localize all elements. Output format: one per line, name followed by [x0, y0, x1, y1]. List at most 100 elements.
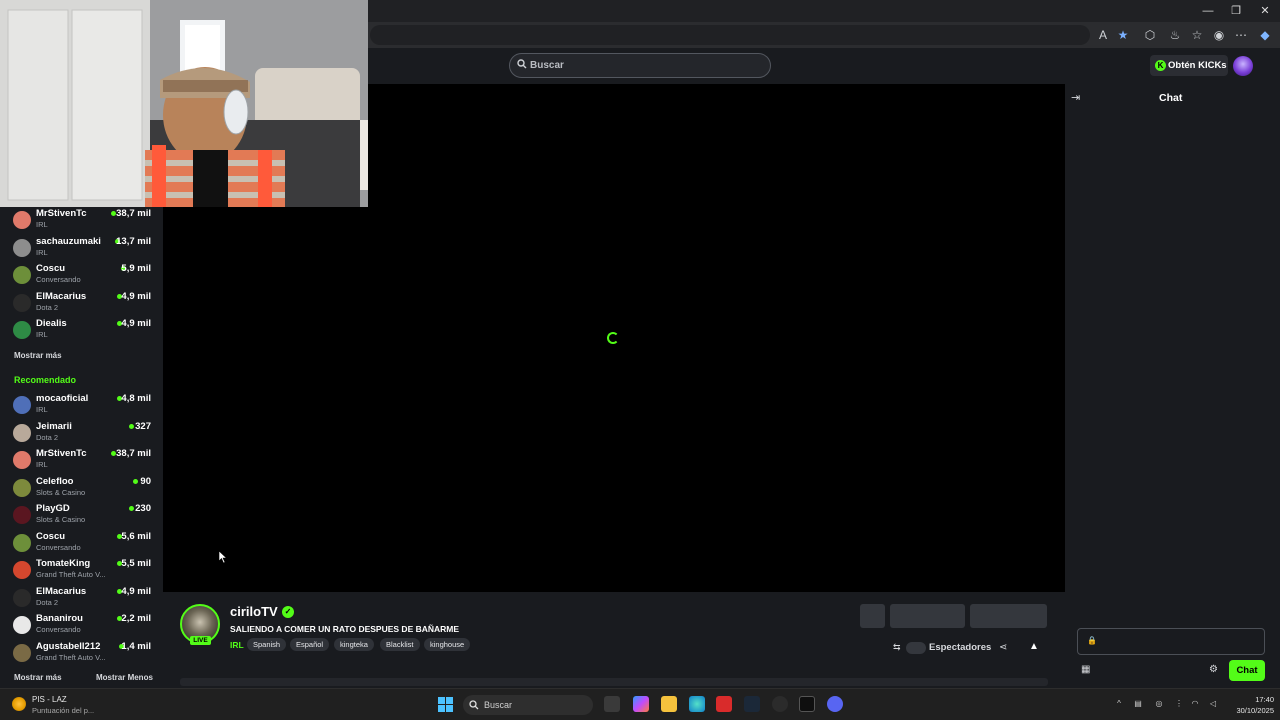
- send-chat-button[interactable]: Chat: [1229, 660, 1265, 681]
- tag[interactable]: kingteka: [334, 638, 374, 651]
- task-view-icon[interactable]: [604, 696, 620, 712]
- edge-browser-icon[interactable]: [689, 696, 705, 712]
- channel-name: Diealis: [36, 318, 67, 329]
- copilot-app-icon[interactable]: [633, 696, 649, 712]
- channel-name: MrStivenTc: [36, 448, 87, 459]
- avatar: [13, 266, 31, 284]
- channel-name: Jeimarii: [36, 421, 72, 432]
- avatar: [13, 239, 31, 257]
- clock-time[interactable]: 17:40: [1240, 695, 1274, 704]
- favorites-icon[interactable]: ☆: [1188, 26, 1206, 44]
- chat-input[interactable]: [1077, 628, 1265, 655]
- sidebar-item-jeimarii[interactable]: Jeimarii Dota 2 327: [0, 421, 163, 448]
- sidebar-item-playgd[interactable]: PlayGD Slots & Casino 230: [0, 503, 163, 530]
- show-less-link[interactable]: Mostrar Menos: [96, 673, 153, 682]
- viewer-count: 1,4 mil: [121, 641, 151, 652]
- stream-category[interactable]: IRL: [230, 640, 244, 650]
- viewer-count: 90: [140, 476, 151, 487]
- sync-tray-icon[interactable]: ◎: [1154, 699, 1164, 709]
- sidebar-item-celefloo[interactable]: Celefloo Slots & Casino 90: [0, 476, 163, 503]
- tag[interactable]: Español: [290, 638, 330, 651]
- channel-category: Grand Theft Auto V...: [36, 653, 106, 662]
- store-icon[interactable]: ▦: [1081, 664, 1093, 676]
- sidebar-item-agustabell212[interactable]: Agustabell212 Grand Theft Auto V... 1,4 …: [0, 641, 163, 668]
- sidebar-item-sachauzumaki[interactable]: sachauzumaki IRL 13,7 mil: [0, 236, 163, 263]
- viewer-count: 5,9 mil: [121, 263, 151, 274]
- channel-category: Dota 2: [36, 303, 59, 312]
- volume-icon[interactable]: ◁: [1208, 699, 1218, 709]
- weather-subtitle[interactable]: Puntuación del p...: [32, 706, 94, 715]
- steam-icon[interactable]: [744, 696, 760, 712]
- sidebar-item-mocaoficial[interactable]: mocaoficial IRL 4,8 mil: [0, 393, 163, 420]
- viewers-icon: ⇆: [893, 642, 901, 652]
- tag[interactable]: kinghouse: [424, 638, 471, 651]
- sidebar-item-bananirou[interactable]: Bananirou Conversando 2,2 mil: [0, 613, 163, 640]
- discord-icon[interactable]: [827, 696, 843, 712]
- share-icon[interactable]: ⋖: [999, 642, 1011, 654]
- wifi-icon[interactable]: ◠: [1190, 699, 1200, 709]
- copilot-icon[interactable]: ◆: [1256, 26, 1274, 44]
- viewer-count: 230: [135, 503, 151, 514]
- sidebar-item-mrstiventc[interactable]: MrStivenTc IRL 38,7 mil: [0, 208, 163, 235]
- action-button[interactable]: [890, 604, 965, 628]
- favorite-star-icon[interactable]: ★: [1114, 26, 1132, 44]
- show-more-link[interactable]: Mostrar más: [14, 351, 62, 360]
- clock-date[interactable]: 30/10/2025: [1226, 706, 1274, 715]
- read-aloud-icon[interactable]: A: [1094, 26, 1112, 44]
- viewer-count: 4,9 mil: [121, 318, 151, 329]
- windows-start-icon[interactable]: [438, 697, 453, 712]
- action-button[interactable]: [860, 604, 885, 628]
- search-icon: [517, 59, 527, 69]
- extensions-icon[interactable]: ⬡: [1141, 26, 1159, 44]
- search-input[interactable]: Buscar: [509, 53, 771, 78]
- gear-icon[interactable]: ⚙: [1209, 664, 1221, 676]
- network-tray-icon[interactable]: ▤: [1133, 699, 1143, 709]
- capcut-icon[interactable]: [799, 696, 815, 712]
- avatar[interactable]: [1233, 56, 1253, 76]
- avatar: [13, 479, 31, 497]
- sidebar-item-elmacarius-2[interactable]: ElMacarius Dota 2 4,9 mil: [0, 586, 163, 613]
- channel-name: mocaoficial: [36, 393, 89, 404]
- taskbar-search[interactable]: Buscar: [463, 695, 593, 715]
- collapse-chat-icon[interactable]: ⇥: [1071, 92, 1085, 104]
- tag[interactable]: Blacklist: [380, 638, 420, 651]
- viewers-label: Espectadores: [929, 642, 992, 653]
- action-button[interactable]: [970, 604, 1047, 628]
- weather-icon[interactable]: [12, 697, 26, 711]
- sidebar-item-elmacarius[interactable]: ElMacarius Dota 2 4,9 mil: [0, 291, 163, 318]
- channel-name: ElMacarius: [36, 291, 87, 302]
- restore-icon[interactable]: ❐: [1222, 3, 1250, 19]
- profile-icon[interactable]: ◉: [1210, 26, 1228, 44]
- live-dot-icon: [129, 506, 134, 511]
- show-more-link[interactable]: Mostrar más: [14, 673, 62, 682]
- channel-name: TomateKing: [36, 558, 91, 569]
- viewer-count: 13,7 mil: [116, 236, 151, 247]
- sidebar-item-coscu[interactable]: Coscu Conversando 5,9 mil: [0, 263, 163, 290]
- streamer-name[interactable]: ciriloTV: [230, 604, 278, 619]
- avatar: [13, 534, 31, 552]
- chevron-up-icon[interactable]: ^: [1114, 699, 1124, 709]
- more-menu-icon[interactable]: ⋯: [1232, 26, 1250, 44]
- channel-category: Conversando: [36, 543, 81, 552]
- channel-category: Grand Theft Auto V...: [36, 570, 106, 579]
- performance-icon[interactable]: ♨: [1166, 26, 1184, 44]
- address-field[interactable]: [370, 25, 1090, 45]
- weather-title[interactable]: PIS - LAZ: [32, 695, 67, 704]
- obs-icon[interactable]: [772, 696, 788, 712]
- sidebar-item-mrstiventc-2[interactable]: MrStivenTc IRL 38,7 mil: [0, 448, 163, 475]
- chat-title: Chat: [1159, 92, 1183, 104]
- sidebar-item-diealis[interactable]: Diealis IRL 4,9 mil: [0, 318, 163, 345]
- channel-category: Dota 2: [36, 598, 59, 607]
- wps-office-icon[interactable]: [716, 696, 732, 712]
- tag[interactable]: Spanish: [247, 638, 287, 651]
- content-divider: [180, 678, 1048, 686]
- sidebar-item-tomateking[interactable]: TomateKing Grand Theft Auto V... 5,5 mil: [0, 558, 163, 585]
- sidebar-item-coscu-2[interactable]: Coscu Conversando 5,6 mil: [0, 531, 163, 558]
- microphone-icon[interactable]: ⋮: [1174, 699, 1184, 709]
- close-icon[interactable]: ✕: [1251, 3, 1279, 19]
- channel-name: sachauzumaki: [36, 236, 101, 247]
- report-warning-icon[interactable]: ▲: [1029, 641, 1041, 653]
- viewer-count: 4,8 mil: [121, 393, 151, 404]
- minimize-icon[interactable]: —: [1194, 3, 1222, 19]
- file-explorer-icon[interactable]: [661, 696, 677, 712]
